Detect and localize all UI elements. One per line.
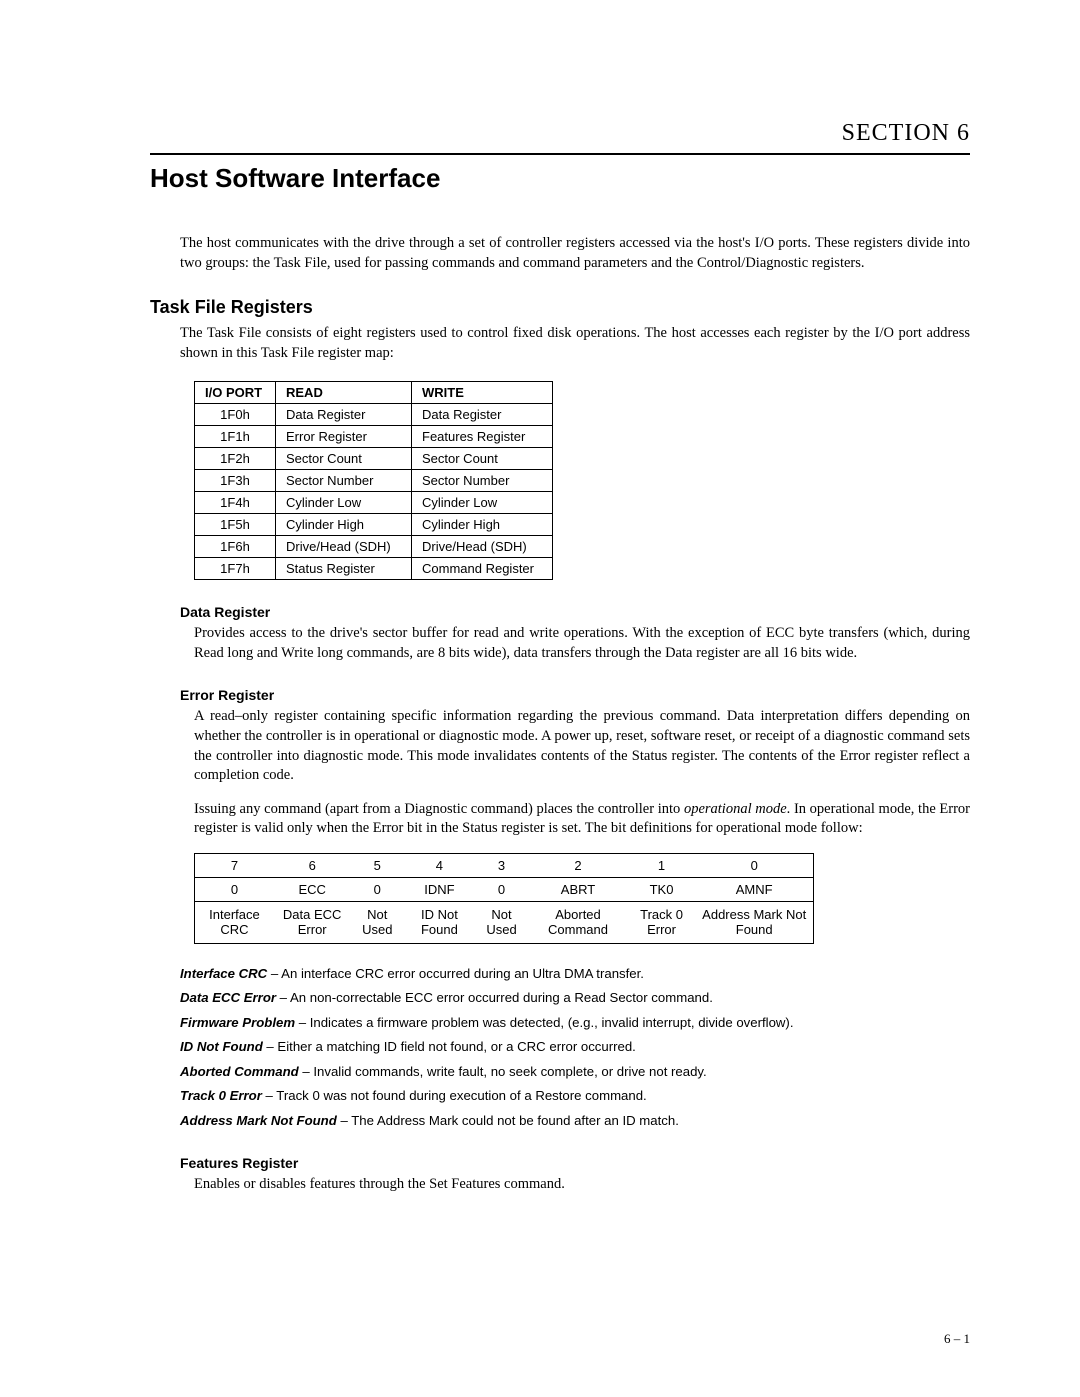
data-register-heading: Data Register [180,604,970,620]
col-io-port: I/O PORT [195,382,276,404]
task-file-intro: The Task File consists of eight register… [180,324,970,363]
table-row: 1F1hError RegisterFeatures Register [195,426,553,448]
bit-abbrev-row: 0 ECC 0 IDNF 0 ABRT TK0 AMNF [195,877,814,901]
def-row: Data ECC Error – An non-correctable ECC … [180,988,970,1008]
table-header-row: I/O PORT READ WRITE [195,382,553,404]
page-number: 6 – 1 [944,1331,970,1347]
def-row: Aborted Command – Invalid commands, writ… [180,1062,970,1082]
table-row: 1F3hSector NumberSector Number [195,470,553,492]
page-title: Host Software Interface [150,163,970,194]
bit-number-row: 7 6 5 4 3 2 1 0 [195,853,814,877]
error-bits-table: 7 6 5 4 3 2 1 0 0 ECC 0 IDNF 0 ABRT TK0 … [194,853,814,944]
title-rule [150,153,970,155]
features-register-heading: Features Register [180,1155,970,1171]
page: SECTION 6 Host Software Interface The ho… [0,0,1080,1397]
def-row: Track 0 Error – Track 0 was not found du… [180,1086,970,1106]
col-write: WRITE [412,382,553,404]
table-row: 1F6hDrive/Head (SDH)Drive/Head (SDH) [195,536,553,558]
def-row: Firmware Problem – Indicates a firmware … [180,1013,970,1033]
col-read: READ [276,382,412,404]
def-row: ID Not Found – Either a matching ID fiel… [180,1037,970,1057]
error-defs: Interface CRC – An interface CRC error o… [180,964,970,1131]
error-register-body1: A read–only register containing specific… [194,707,970,785]
task-file-table: I/O PORT READ WRITE 1F0hData RegisterDat… [194,381,553,580]
table-row: 1F7hStatus RegisterCommand Register [195,558,553,580]
intro-paragraph: The host communicates with the drive thr… [180,234,970,273]
table-row: 1F5hCylinder HighCylinder High [195,514,553,536]
error-register-heading: Error Register [180,687,970,703]
error-register-body2: Issuing any command (apart from a Diagno… [194,800,970,839]
def-row: Interface CRC – An interface CRC error o… [180,964,970,984]
def-row: Address Mark Not Found – The Address Mar… [180,1111,970,1131]
bit-desc-row: Interface CRC Data ECC Error Not Used ID… [195,901,814,943]
data-register-body: Provides access to the drive's sector bu… [194,624,970,663]
section-label: SECTION 6 [150,120,970,147]
features-register-body: Enables or disables features through the… [194,1175,970,1195]
table-row: 1F0hData RegisterData Register [195,404,553,426]
table-row: 1F4hCylinder LowCylinder Low [195,492,553,514]
task-file-heading: Task File Registers [150,297,970,318]
table-row: 1F2hSector CountSector Count [195,448,553,470]
